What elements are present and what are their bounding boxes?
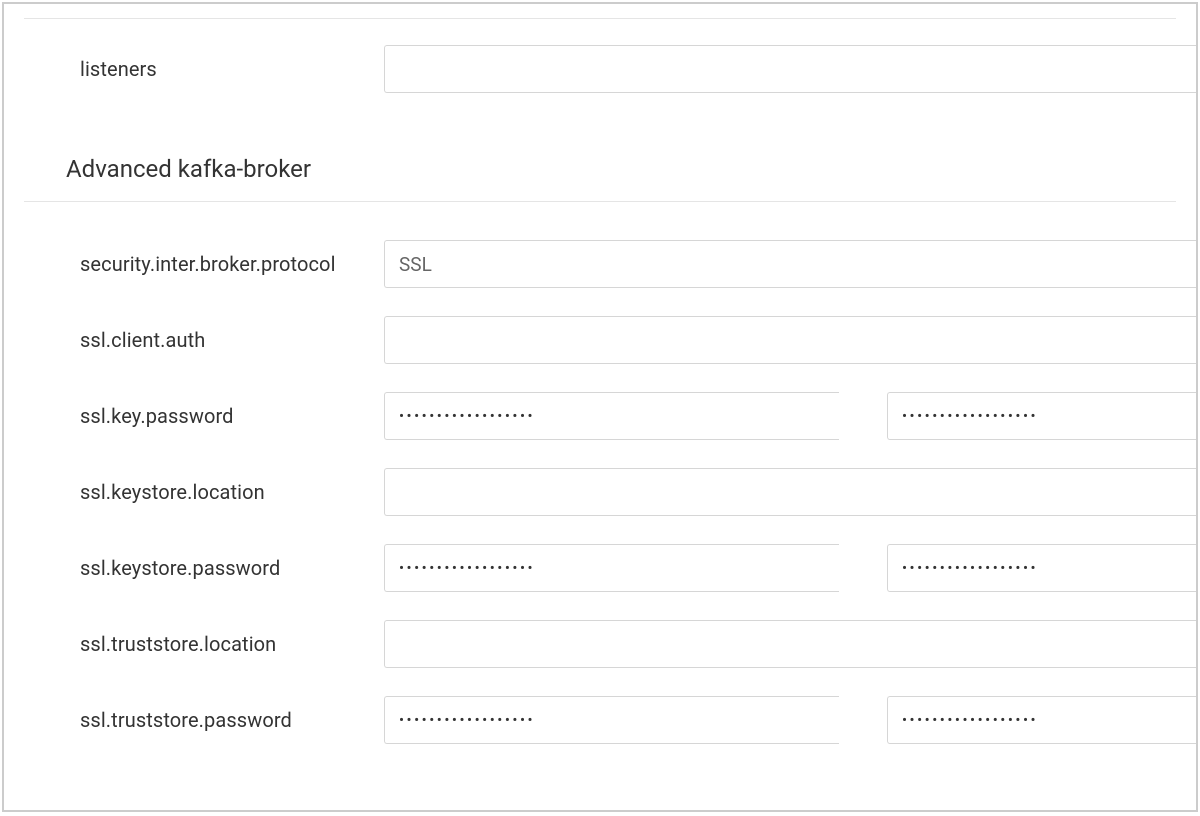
ssl-truststore-location-input-wrap xyxy=(384,620,1196,668)
ssl-key-password-input-wrap xyxy=(384,392,1196,440)
ssl-client-auth-input-wrap xyxy=(384,316,1196,364)
ssl-keystore-location-input[interactable] xyxy=(384,468,1196,516)
advanced-kafka-broker-header: Advanced kafka-broker xyxy=(4,119,1196,201)
ssl-keystore-location-label: ssl.keystore.location xyxy=(4,480,384,504)
ssl-truststore-location-input[interactable] xyxy=(384,620,1196,668)
ssl-key-password-input-1[interactable] xyxy=(384,392,839,440)
security-inter-broker-protocol-input-wrap xyxy=(384,240,1196,288)
security-inter-broker-protocol-row: security.inter.broker.protocol xyxy=(4,226,1196,302)
ssl-truststore-password-row: ssl.truststore.password xyxy=(4,682,1196,758)
ssl-truststore-password-input-1[interactable] xyxy=(384,696,839,744)
ssl-keystore-location-row: ssl.keystore.location xyxy=(4,454,1196,530)
config-content: listeners Advanced kafka-broker security… xyxy=(4,18,1196,758)
ssl-key-password-input-2[interactable] xyxy=(887,392,1196,440)
ssl-truststore-location-row: ssl.truststore.location xyxy=(4,606,1196,682)
ssl-keystore-password-input-wrap xyxy=(384,544,1196,592)
listeners-input-wrap xyxy=(384,45,1196,93)
listeners-row: listeners xyxy=(4,19,1196,119)
ssl-keystore-location-input-wrap xyxy=(384,468,1196,516)
advanced-rows: security.inter.broker.protocol ssl.clien… xyxy=(4,226,1196,758)
ssl-keystore-password-row: ssl.keystore.password xyxy=(4,530,1196,606)
listeners-input[interactable] xyxy=(384,45,1196,93)
ssl-key-password-row: ssl.key.password xyxy=(4,378,1196,454)
ssl-truststore-password-label: ssl.truststore.password xyxy=(4,708,384,732)
ssl-keystore-password-input-2[interactable] xyxy=(887,544,1196,592)
ssl-client-auth-row: ssl.client.auth xyxy=(4,302,1196,378)
ssl-keystore-password-label: ssl.keystore.password xyxy=(4,556,384,580)
security-inter-broker-protocol-input[interactable] xyxy=(384,240,1196,288)
ssl-client-auth-label: ssl.client.auth xyxy=(4,328,384,352)
ssl-keystore-password-input-1[interactable] xyxy=(384,544,839,592)
ssl-client-auth-input[interactable] xyxy=(384,316,1196,364)
ssl-truststore-password-input-2[interactable] xyxy=(887,696,1196,744)
listeners-label: listeners xyxy=(4,57,384,81)
ssl-truststore-password-input-wrap xyxy=(384,696,1196,744)
advanced-section-divider xyxy=(24,201,1176,202)
config-panel-frame: listeners Advanced kafka-broker security… xyxy=(2,2,1198,812)
ssl-truststore-location-label: ssl.truststore.location xyxy=(4,632,384,656)
ssl-key-password-label: ssl.key.password xyxy=(4,404,384,428)
security-inter-broker-protocol-label: security.inter.broker.protocol xyxy=(4,252,384,276)
